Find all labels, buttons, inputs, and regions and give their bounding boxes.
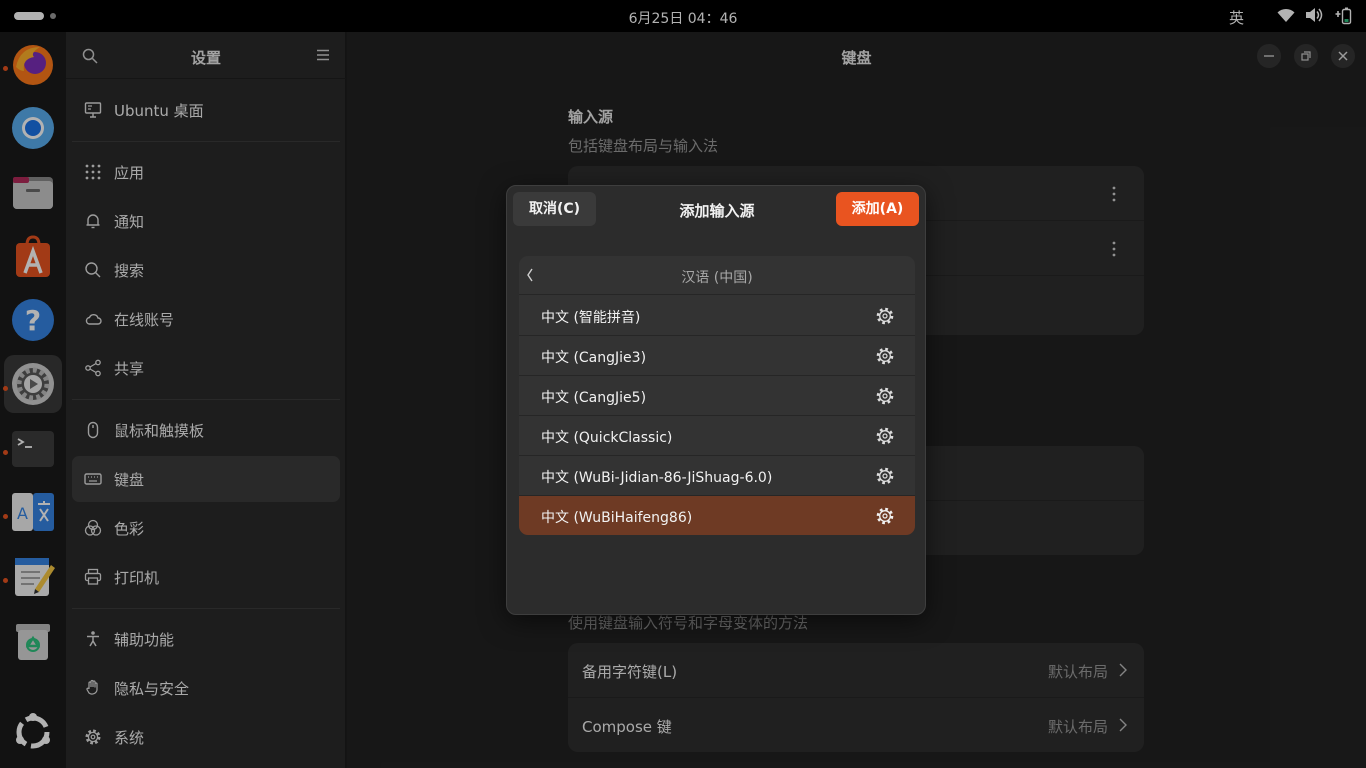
gear-icon[interactable] — [876, 507, 894, 525]
input-source-label: 中文 (CangJie3) — [541, 350, 647, 366]
gear-icon[interactable] — [876, 467, 894, 485]
input-source-label: 中文 (WuBiHaifeng86) — [541, 510, 693, 526]
input-source-label: 中文 (智能拼音) — [541, 310, 641, 326]
input-source-label: 中文 (WuBi-Jidian-86-JiShuag-6.0) — [541, 470, 773, 486]
desktop-screen: 6月25日 04：46 英 ? A 设置 Ubuntu 桌面 应用 通知 搜索 … — [0, 0, 1366, 768]
input-source-item[interactable]: 中文 (CangJie3) — [519, 336, 915, 376]
cancel-button[interactable]: 取消(C) — [513, 192, 596, 226]
input-source-item-selected[interactable]: 中文 (WuBiHaifeng86) — [519, 496, 915, 535]
add-button[interactable]: 添加(A) — [836, 192, 919, 226]
input-source-item[interactable]: 中文 (WuBi-Jidian-86-JiShuag-6.0) — [519, 456, 915, 496]
input-source-item[interactable]: 中文 (智能拼音) — [519, 296, 915, 336]
input-source-list: 汉语 (中国) 中文 (智能拼音) 中文 (CangJie3) 中文 (Cang… — [519, 256, 915, 535]
language-header[interactable]: 汉语 (中国) — [519, 256, 915, 295]
input-source-label: 中文 (QuickClassic) — [541, 430, 673, 446]
gear-icon[interactable] — [876, 427, 894, 445]
add-input-source-dialog: 取消(C) 添加输入源 添加(A) 汉语 (中国) 中文 (智能拼音) 中文 (… — [506, 185, 926, 615]
gear-icon[interactable] — [876, 307, 894, 325]
input-source-label: 中文 (CangJie5) — [541, 390, 647, 406]
input-source-item[interactable]: 中文 (QuickClassic) — [519, 416, 915, 456]
language-name: 汉语 (中国) — [681, 270, 753, 286]
gear-icon[interactable] — [876, 347, 894, 365]
gear-icon[interactable] — [876, 387, 894, 405]
input-source-item[interactable]: 中文 (CangJie5) — [519, 376, 915, 416]
